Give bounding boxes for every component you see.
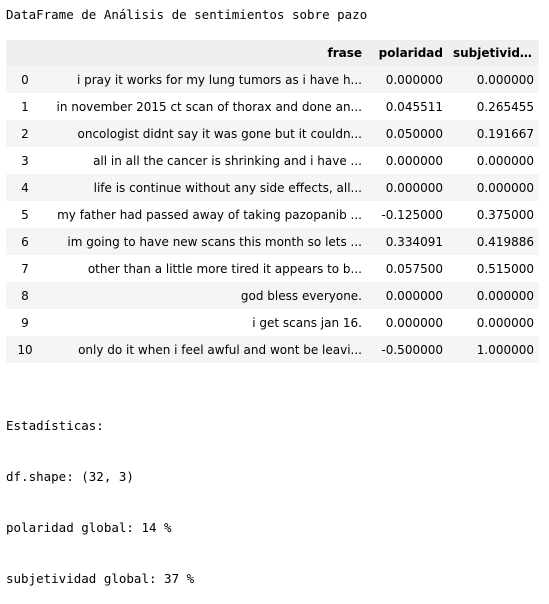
- frase-cell: in november 2015 ct scan of thorax and d…: [56, 99, 362, 114]
- column-header-polaridad: polaridad: [378, 46, 443, 60]
- table-row: 6 im going to have new scans this month s…: [6, 228, 539, 255]
- subjetividad-cell: 0.419886: [476, 234, 534, 249]
- stats-heading: Estadísticas:: [6, 418, 104, 433]
- column-header-frase: frase: [327, 46, 362, 60]
- frase-cell: i get scans jan 16.: [252, 315, 362, 330]
- row-index-cell: 10: [17, 342, 33, 357]
- output-title: DataFrame de Análisis de sentimientos so…: [6, 7, 368, 22]
- table-row: 10 only do it when i feel awful and wont …: [6, 336, 539, 363]
- subjetividad-cell: 0.000000: [476, 288, 534, 303]
- row-index-cell: 2: [21, 126, 29, 141]
- table-body: 0 i pray it works for my lung tumors as i…: [6, 66, 539, 363]
- table-row: 5 my father had passed away of taking paz…: [6, 201, 539, 228]
- row-index-cell: 8: [21, 288, 29, 303]
- subjetividad-cell: 0.000000: [476, 153, 534, 168]
- subjetividad-cell: 0.000000: [476, 180, 534, 195]
- frase-cell: i pray it works for my lung tumors as i …: [76, 72, 362, 87]
- subjetividad-cell: 0.000000: [476, 315, 534, 330]
- subjetividad-cell: 0.000000: [476, 72, 534, 87]
- table-row: 3 all in all the cancer is shrinking and …: [6, 147, 539, 174]
- frase-cell: all in all the cancer is shrinking and i…: [93, 153, 362, 168]
- subjetividad-cell: 0.265455: [476, 99, 534, 114]
- table-row: 4 life is continue without any side effec…: [6, 174, 539, 201]
- subjetividad-cell: 0.515000: [476, 261, 534, 276]
- row-index-cell: 3: [21, 153, 29, 168]
- table-row: 7 other than a little more tired it appea…: [6, 255, 539, 282]
- row-index-cell: 5: [21, 207, 29, 222]
- frase-cell: life is continue without any side effect…: [93, 180, 362, 195]
- row-index-cell: 4: [21, 180, 29, 195]
- subjetividad-cell: 1.000000: [476, 342, 534, 357]
- frase-cell: im going to have new scans this month so…: [67, 234, 362, 249]
- polaridad-cell: 0.045511: [385, 99, 443, 114]
- polaridad-cell: 0.000000: [385, 72, 443, 87]
- row-index-cell: 9: [21, 315, 29, 330]
- frase-cell: other than a little more tired it appear…: [87, 261, 362, 276]
- polaridad-cell: 0.000000: [385, 153, 443, 168]
- polaridad-cell: 0.050000: [385, 126, 443, 141]
- frase-cell: god bless everyone.: [240, 288, 362, 303]
- table-row: 2 oncologist didnt say it was gone but it…: [6, 120, 539, 147]
- stats-shape: df.shape: (32, 3): [6, 469, 134, 484]
- stats-polaridad: polaridad global: 14 %: [6, 520, 172, 535]
- table-row: 8 god bless everyone. 0.000000 0.000000: [6, 282, 539, 309]
- frase-cell: oncologist didnt say it was gone but it …: [77, 126, 363, 141]
- polaridad-cell: 0.334091: [385, 234, 443, 249]
- table-row: 0 i pray it works for my lung tumors as i…: [6, 66, 539, 93]
- dataframe-table: frase polaridad subjetividad 0 i pray it …: [6, 40, 539, 363]
- polaridad-cell: 0.057500: [385, 261, 443, 276]
- index-column-header: [6, 40, 44, 66]
- polaridad-cell: 0.000000: [385, 288, 443, 303]
- row-index-cell: 7: [21, 261, 29, 276]
- stats-subjetividad: subjetividad global: 37 %: [6, 571, 195, 586]
- frase-cell: only do it when i feel awful and wont be…: [78, 342, 362, 357]
- polaridad-cell: -0.500000: [381, 342, 443, 357]
- table-row: 1 in november 2015 ct scan of thorax and …: [6, 93, 539, 120]
- subjetividad-cell: 0.375000: [476, 207, 534, 222]
- row-index-cell: 6: [21, 234, 29, 249]
- subjetividad-cell: 0.191667: [476, 126, 534, 141]
- polaridad-cell: -0.125000: [381, 207, 443, 222]
- row-index-cell: 1: [21, 99, 29, 114]
- table-row: 9 i get scans jan 16. 0.000000 0.000000: [6, 309, 539, 336]
- table-header-row: frase polaridad subjetividad: [6, 40, 539, 66]
- frase-cell: my father had passed away of taking pazo…: [57, 207, 362, 222]
- stats-output: Estadísticas: df.shape: (32, 3) polarida…: [6, 383, 194, 604]
- row-index-cell: 0: [21, 72, 29, 87]
- polaridad-cell: 0.000000: [385, 315, 443, 330]
- column-header-subjetividad: subjetividad: [453, 46, 537, 60]
- polaridad-cell: 0.000000: [385, 180, 443, 195]
